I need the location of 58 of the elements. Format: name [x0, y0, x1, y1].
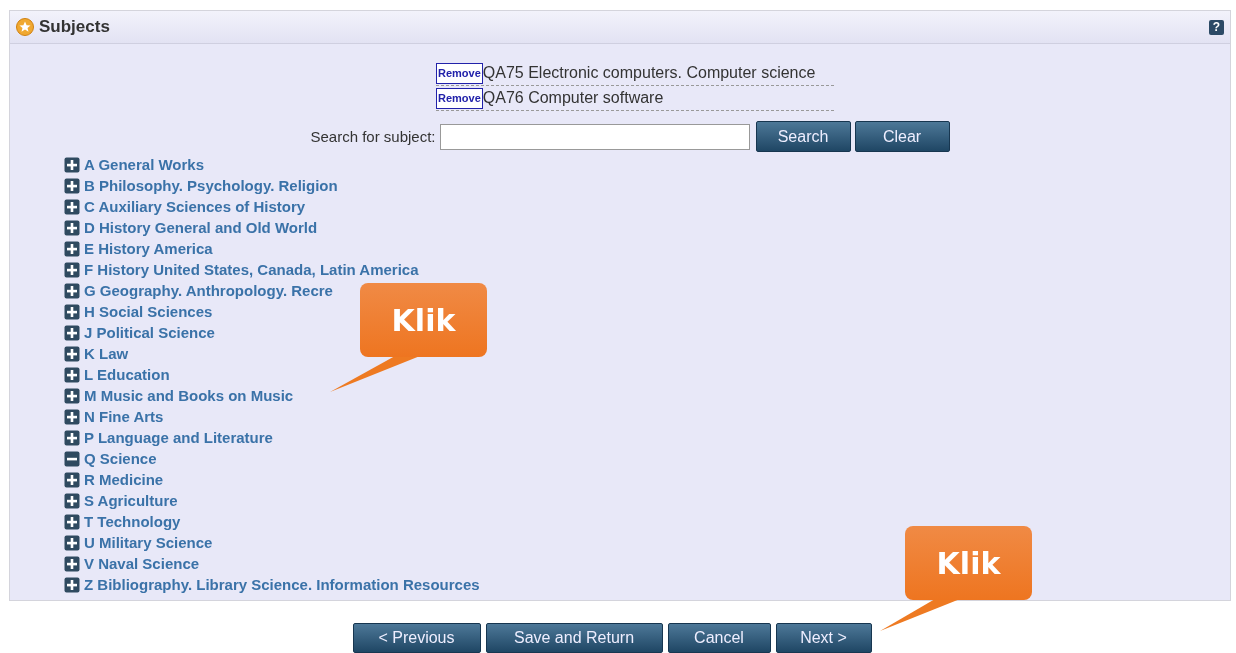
expand-icon[interactable] [64, 387, 80, 404]
help-button[interactable]: ? [1209, 19, 1224, 35]
subject-link[interactable]: T Technology [84, 513, 181, 530]
subject-link[interactable]: C Auxiliary Sciences of History [84, 198, 306, 215]
subject-link[interactable]: U Military Science [84, 534, 213, 551]
callout: Klik [905, 526, 1032, 600]
nav-button[interactable]: Next > [775, 623, 872, 653]
collapse-icon[interactable] [64, 450, 80, 467]
expand-icon[interactable] [64, 240, 80, 257]
search-label: Search for subject: [310, 128, 436, 145]
subject-link[interactable]: Z Bibliography. Library Science. Information Resources [84, 576, 480, 593]
subject-link[interactable]: R Medicine [84, 471, 164, 488]
expand-icon[interactable] [64, 555, 80, 572]
search-action-button[interactable]: Search [755, 121, 851, 152]
expand-icon[interactable] [64, 261, 80, 278]
search-field[interactable] [439, 123, 750, 150]
subject-link[interactable]: E History America [84, 240, 213, 257]
remove-button[interactable]: Remove [436, 87, 483, 109]
subject-link[interactable]: A General Works [84, 156, 205, 173]
nav-button[interactable]: < Previous [352, 623, 481, 653]
subject-link[interactable]: D History General and Old World [84, 219, 318, 236]
selected-subject: QA76 Computer software [482, 89, 664, 107]
expand-icon[interactable] [64, 513, 80, 530]
expand-icon[interactable] [64, 576, 80, 593]
subject-link[interactable]: F History United States, Canada, Latin America [84, 261, 419, 278]
subject-link[interactable]: N Fine Arts [84, 408, 164, 425]
expand-icon[interactable] [64, 408, 80, 425]
nav-button[interactable]: Cancel [667, 623, 771, 653]
nav-button[interactable]: Save and Return [485, 623, 663, 653]
subject-link[interactable]: V Naval Science [84, 555, 200, 572]
expand-icon[interactable] [64, 429, 80, 446]
subject-link[interactable]: H Social Sciences [84, 303, 213, 320]
expand-icon[interactable] [64, 471, 80, 488]
expand-icon[interactable] [64, 156, 80, 173]
expand-icon[interactable] [64, 366, 80, 383]
expand-icon[interactable] [64, 177, 80, 194]
expand-icon[interactable] [64, 324, 80, 341]
selected-subject: QA75 Electronic computers. Computer science [482, 64, 816, 82]
subject-link[interactable]: L Education [84, 366, 170, 383]
expand-icon[interactable] [64, 282, 80, 299]
subject-link[interactable]: B Philosophy. Psychology. Religion [84, 177, 338, 194]
expand-icon[interactable] [64, 198, 80, 215]
remove-button[interactable]: Remove [436, 62, 483, 84]
subject-link[interactable]: M Music and Books on Music [84, 387, 294, 404]
expand-icon[interactable] [64, 219, 80, 236]
expand-icon[interactable] [64, 303, 80, 320]
panel-title: Subjects [39, 17, 111, 37]
subject-link[interactable]: Q Science [84, 450, 157, 467]
subject-link[interactable]: K Law [84, 345, 129, 362]
subject-link[interactable]: S Agriculture [84, 492, 178, 509]
subject-link[interactable]: P Language and Literature [84, 429, 273, 446]
subject-link[interactable]: G Geography. Anthropology. Recre [84, 282, 333, 299]
subject-link[interactable]: J Political Science [84, 324, 215, 341]
expand-icon[interactable] [64, 492, 80, 509]
expand-icon[interactable] [64, 345, 80, 362]
callout: Klik [360, 283, 487, 357]
search-action-button[interactable]: Clear [854, 121, 950, 152]
expand-icon[interactable] [64, 534, 80, 551]
